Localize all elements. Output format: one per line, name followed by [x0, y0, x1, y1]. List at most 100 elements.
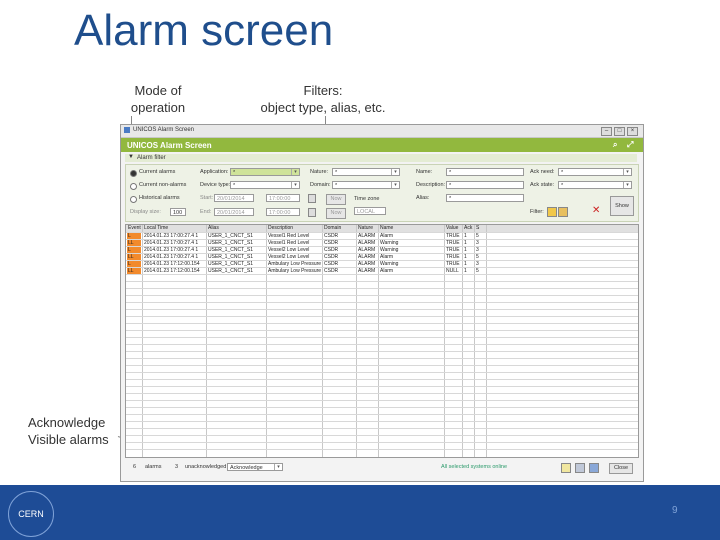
domain-label: Domain:: [310, 182, 331, 188]
domain-select[interactable]: * ▾: [332, 181, 400, 189]
start-spin-icon[interactable]: [308, 194, 316, 203]
application-value: *: [233, 170, 236, 176]
start-date-field[interactable]: 20/01/2014: [214, 194, 254, 202]
page-number: 9: [672, 505, 678, 516]
table-row[interactable]: L 2014.01.23 17:00:27.4 1 USER_1_CNCT_S1 Ve…: [126, 247, 638, 254]
chevron-down-icon: ▾: [623, 182, 631, 188]
table-row[interactable]: L 2014.01.23 17:00:27.4 1 USER_1_CNCT_S1 Ve…: [126, 233, 638, 240]
name-field[interactable]: *: [446, 168, 524, 176]
screen-header: UNICOS Alarm Screen ⌕ ⤢: [121, 138, 643, 152]
collapse-icon[interactable]: ▼: [128, 154, 134, 160]
alarms-label: alarms: [145, 464, 162, 470]
ack-state-label: Ack state:: [530, 182, 555, 188]
unack-count: 3: [175, 464, 179, 470]
window-titlebar: UNICOS Alarm Screen – □ ×: [121, 125, 643, 138]
table-cell: LL: [128, 254, 134, 260]
end-date-field[interactable]: 20/01/2014: [214, 208, 254, 216]
app-icon: [124, 127, 130, 133]
start-time-field[interactable]: 17:00:00: [266, 194, 300, 202]
close-button[interactable]: Close: [609, 463, 633, 474]
table-cell: CSDR: [324, 254, 339, 260]
now-start-button[interactable]: Now: [326, 194, 346, 205]
application-select[interactable]: * ▾: [230, 168, 300, 176]
show-button[interactable]: Show: [610, 196, 634, 216]
table-cell: 2014.01.23 17:12:00.154: [144, 261, 200, 267]
minimize-button[interactable]: –: [601, 127, 612, 136]
expand-icon[interactable]: ⤢: [627, 140, 633, 150]
table-cell: Alarm: [380, 233, 394, 239]
systems-online-link[interactable]: All selected systems online: [441, 464, 507, 470]
time-zone-field[interactable]: LOCAL: [354, 207, 386, 215]
table-cell: ALARM: [358, 261, 376, 267]
table-cell: CSDR: [324, 261, 339, 267]
table-row[interactable]: L 2014.01.23 17:12:00.154 USER_1_CNCT_S1 Am…: [126, 261, 638, 268]
table-cell: 2014.01.23 17:00:27.4 1: [144, 247, 199, 253]
table-cell: 2014.01.23 17:00:27.4 1: [144, 254, 199, 260]
mode-label: Historical alarms: [139, 195, 180, 201]
table-cell: 5: [476, 233, 479, 239]
search-icon[interactable]: ⌕: [613, 140, 617, 150]
ack-state-select[interactable]: * ▾: [558, 181, 632, 189]
application-label: Application:: [200, 169, 229, 175]
export-icon[interactable]: [561, 463, 571, 473]
slide-footer: [0, 485, 720, 540]
table-cell: USER_1_CNCT_S1: [208, 233, 254, 239]
ack-need-select[interactable]: * ▾: [558, 168, 632, 176]
table-cell: TRUE: [446, 247, 460, 253]
table-cell: Vessel1 Red Level: [268, 240, 310, 246]
alarm-screen-window: UNICOS Alarm Screen – □ × UNICOS Alarm S…: [120, 124, 644, 482]
mode-label: Current alarms: [139, 169, 176, 175]
acknowledge-label: Acknowledge: [230, 465, 263, 471]
filter-header[interactable]: ▼ Alarm filter: [125, 154, 637, 162]
table-cell: Vessel2 Low Level: [268, 247, 310, 253]
end-label: End:: [200, 209, 212, 215]
close-window-button[interactable]: ×: [627, 127, 638, 136]
table-cell: L: [128, 233, 131, 239]
window-icon[interactable]: [589, 463, 599, 473]
device-type-select[interactable]: * ▾: [230, 181, 300, 189]
table-cell: 3: [476, 240, 479, 246]
table-cell: 3: [476, 261, 479, 267]
table-cell: Ambulary Low Pressure: [268, 268, 321, 274]
table-row[interactable]: LL 2014.01.23 17:12:00.154 USER_1_CNCT_S1 A…: [126, 268, 638, 275]
end-spin-icon[interactable]: [308, 208, 316, 217]
folder-open-icon[interactable]: [547, 207, 557, 217]
save-icon[interactable]: [558, 207, 568, 217]
display-size-field[interactable]: 100: [170, 208, 186, 216]
maximize-button[interactable]: □: [614, 127, 625, 136]
table-row[interactable]: LL 2014.01.23 17:00:27.4 1 USER_1_CNCT_S1 V…: [126, 254, 638, 261]
description-field[interactable]: *: [446, 181, 524, 189]
end-time-field[interactable]: 17:00:00: [266, 208, 300, 216]
table-cell: TRUE: [446, 261, 460, 267]
table-cell: USER_1_CNCT_S1: [208, 254, 254, 260]
table-cell: ALARM: [358, 254, 376, 260]
table-cell: USER_1_CNCT_S1: [208, 240, 254, 246]
table-cell: TRUE: [446, 254, 460, 260]
table-cell: Alarm: [380, 254, 394, 260]
display-size-label: Display size:: [130, 209, 161, 215]
table-row[interactable]: LL 2014.01.23 17:00:27.4 1 USER_1_CNCT_S1 V…: [126, 240, 638, 247]
now-end-button[interactable]: Now: [326, 208, 346, 219]
table-cell: 1: [464, 240, 467, 246]
table-cell: CSDR: [324, 233, 339, 239]
radio-current-non-alarms[interactable]: [130, 183, 137, 190]
callout-line: operation: [130, 100, 186, 115]
cern-logo: CERN: [8, 491, 54, 537]
screen-header-title: UNICOS Alarm Screen: [127, 141, 212, 150]
acknowledge-select[interactable]: Acknowledge ▾: [227, 463, 283, 471]
slide-title: Alarm screen: [74, 6, 334, 55]
print-icon[interactable]: [575, 463, 585, 473]
table-cell: USER_1_CNCT_S1: [208, 261, 254, 267]
filter-panel: Current alarms Current non-alarms Histor…: [125, 164, 639, 222]
table-cell: 1: [464, 247, 467, 253]
nature-select[interactable]: * ▾: [332, 168, 400, 176]
table-cell: NULL: [446, 268, 459, 274]
radio-historical-alarms[interactable]: [130, 196, 137, 203]
alias-field[interactable]: *: [446, 194, 524, 202]
clear-filter-icon[interactable]: ✕: [592, 205, 600, 216]
radio-current-alarms[interactable]: [130, 170, 137, 177]
table-cell: LL: [128, 268, 134, 274]
table-cell: LL: [128, 240, 134, 246]
chevron-down-icon: ▾: [391, 169, 399, 175]
table-cell: 2014.01.23 17:00:27.4 1: [144, 240, 199, 246]
